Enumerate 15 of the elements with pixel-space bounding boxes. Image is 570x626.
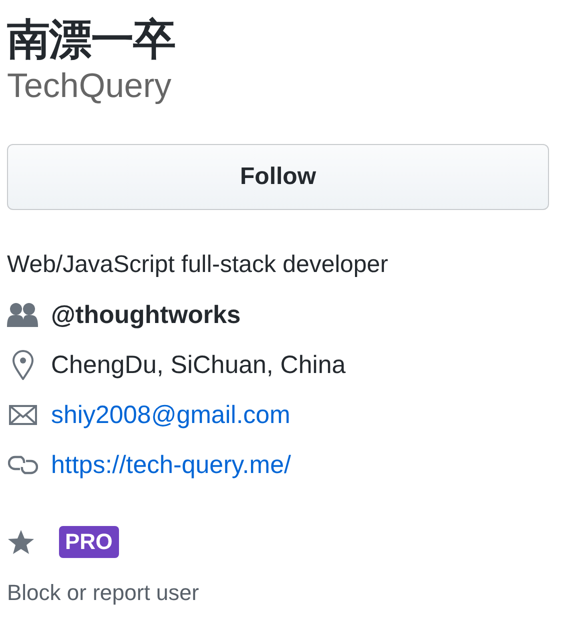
location-text: ChengDu, SiChuan, China	[51, 350, 346, 380]
star-icon	[7, 529, 35, 555]
location-pin-icon	[12, 350, 34, 380]
email-link[interactable]: shiy2008@gmail.com	[51, 400, 290, 430]
follow-button[interactable]: Follow	[7, 144, 549, 210]
pro-badge: PRO	[59, 526, 119, 558]
block-report-link[interactable]: Block or report user	[7, 580, 549, 606]
profile-name: 南漂一卒	[7, 14, 176, 66]
username: TechQuery	[7, 66, 172, 106]
mail-icon	[9, 405, 37, 425]
organization-text: @thoughtworks	[51, 300, 241, 330]
link-icon	[8, 454, 38, 476]
bio-text: Web/JavaScript full-stack developer	[7, 250, 390, 280]
people-icon	[7, 302, 39, 328]
website-link[interactable]: https://tech-query.me/	[51, 450, 291, 480]
